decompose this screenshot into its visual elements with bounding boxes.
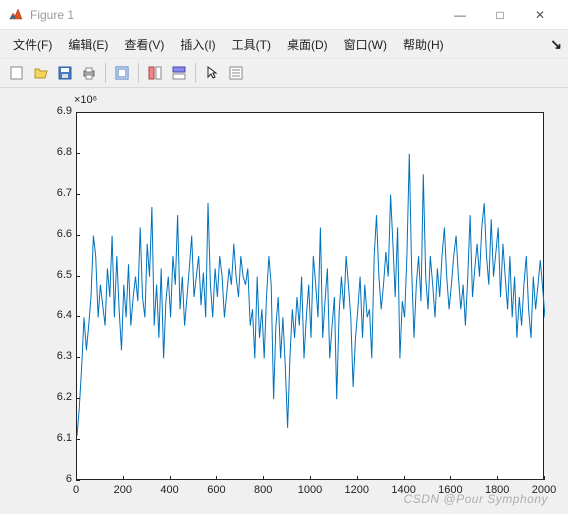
y-tick-mark (76, 235, 80, 236)
save-button[interactable] (54, 62, 76, 84)
maximize-button[interactable]: □ (480, 1, 520, 29)
x-tick-mark (123, 476, 124, 480)
menu-window[interactable]: 窗口(W) (337, 32, 394, 57)
line-plot (77, 113, 545, 481)
toolbar (0, 58, 568, 88)
menubar: 文件(F) 编辑(E) 查看(V) 插入(I) 工具(T) 桌面(D) 窗口(W… (0, 30, 568, 58)
menu-tools[interactable]: 工具(T) (225, 32, 278, 57)
properties-button[interactable] (225, 62, 247, 84)
y-tick-label: 6.3 (42, 350, 72, 362)
matlab-icon (8, 7, 24, 23)
x-tick-label: 1200 (345, 484, 369, 496)
menu-help[interactable]: 帮助(H) (396, 32, 451, 57)
y-tick-label: 6 (42, 473, 72, 485)
menu-view[interactable]: 查看(V) (117, 32, 171, 57)
layout1-button[interactable] (144, 62, 166, 84)
x-tick-mark (497, 476, 498, 480)
menu-insert[interactable]: 插入(I) (173, 32, 222, 57)
y-tick-mark (76, 153, 80, 154)
open-button[interactable] (30, 62, 52, 84)
x-tick-mark (170, 476, 171, 480)
x-tick-mark (357, 476, 358, 480)
y-tick-label: 6.2 (42, 391, 72, 403)
menu-file[interactable]: 文件(F) (6, 32, 59, 57)
minimize-button[interactable]: — (440, 1, 480, 29)
y-tick-mark (76, 480, 80, 481)
y-tick-label: 6.7 (42, 187, 72, 199)
edit-plot-button[interactable] (111, 62, 133, 84)
y-tick-mark (76, 439, 80, 440)
x-tick-mark (404, 476, 405, 480)
y-tick-mark (76, 194, 80, 195)
y-tick-label: 6.5 (42, 269, 72, 281)
x-tick-label: 200 (114, 484, 132, 496)
y-tick-label: 6.9 (42, 105, 72, 117)
y-tick-label: 6.8 (42, 146, 72, 158)
close-button[interactable]: ✕ (520, 1, 560, 29)
y-tick-label: 6.4 (42, 309, 72, 321)
y-tick-mark (76, 357, 80, 358)
x-tick-mark (544, 476, 545, 480)
x-tick-mark (263, 476, 264, 480)
y-tick-mark (76, 316, 80, 317)
watermark-text: CSDN @Pour Symphony (404, 492, 548, 506)
x-tick-label: 400 (160, 484, 178, 496)
y-tick-mark (76, 276, 80, 277)
x-tick-mark (450, 476, 451, 480)
toolbar-separator (105, 63, 106, 83)
y-tick-mark (76, 112, 80, 113)
x-tick-mark (216, 476, 217, 480)
figure-area: ×10⁶ 6 6.1 6.2 6.3 6.4 6.5 6.6 6.7 6.8 6.9 0 200 40… (0, 88, 568, 514)
y-tick-label: 6.1 (42, 432, 72, 444)
titlebar: Figure 1 — □ ✕ (0, 0, 568, 30)
new-figure-button[interactable] (6, 62, 28, 84)
window-title: Figure 1 (30, 8, 440, 22)
x-tick-label: 800 (254, 484, 272, 496)
menu-desktop[interactable]: 桌面(D) (280, 32, 335, 57)
axes[interactable] (76, 112, 544, 480)
print-button[interactable] (78, 62, 100, 84)
x-tick-label: 600 (207, 484, 225, 496)
pointer-button[interactable] (201, 62, 223, 84)
x-tick-mark (76, 476, 77, 480)
y-tick-label: 6.6 (42, 228, 72, 240)
menu-edit[interactable]: 编辑(E) (61, 32, 115, 57)
x-tick-label: 0 (73, 484, 79, 496)
y-axis-exponent: ×10⁶ (74, 94, 97, 106)
layout2-button[interactable] (168, 62, 190, 84)
x-tick-mark (310, 476, 311, 480)
toolbar-separator (195, 63, 196, 83)
y-tick-mark (76, 398, 80, 399)
toolbar-separator (138, 63, 139, 83)
x-tick-label: 1000 (298, 484, 322, 496)
menu-overflow-icon[interactable]: ↘ (550, 36, 562, 53)
